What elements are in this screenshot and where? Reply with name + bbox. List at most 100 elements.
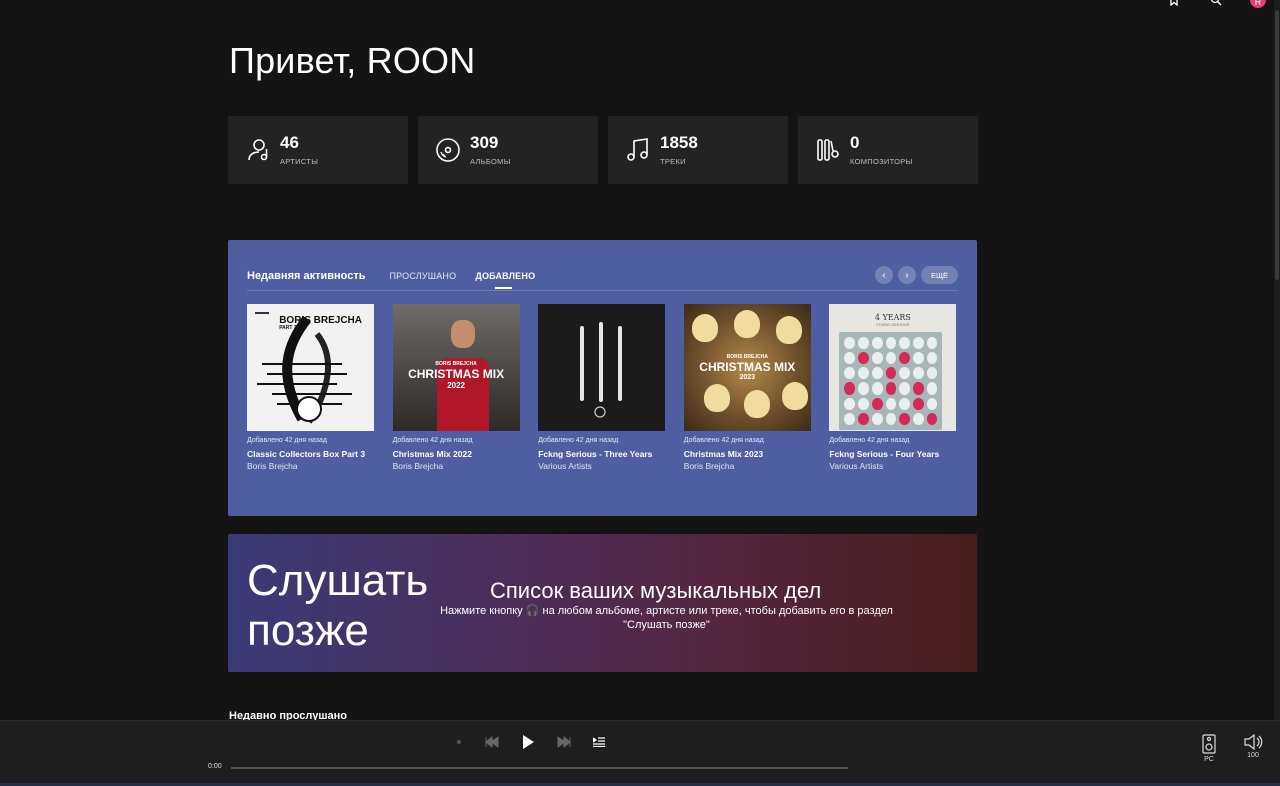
cover-duck: [743, 390, 770, 418]
cover-subtext: FCKNG SERIOUS: [876, 322, 910, 327]
library-stats: 46 АРТИСТЫ 309 АЛЬБОМЫ 1858 ТРЕКИ 0 КОМПОЗИТ…: [228, 116, 978, 184]
activity-title: Недавняя активность: [247, 270, 366, 282]
album-cover[interactable]: [538, 304, 666, 431]
activity-header: Недавняя активность ПРОСЛУШАНО ДОБАВЛЕНО: [247, 270, 554, 289]
album-list: BORIS BREJCHA PART 3 Добавлено 42 дня наз…: [247, 304, 957, 471]
cover-text: CHRISTMAS MIX: [699, 360, 796, 374]
album-added-date: Добавлено 42 дня назад: [247, 437, 327, 444]
stat-label: АРТИСТЫ: [280, 157, 319, 166]
stat-tracks[interactable]: 1858 ТРЕКИ: [608, 116, 788, 184]
stat-value: 46: [280, 133, 299, 152]
album-card[interactable]: Добавлено 42 дня назад Fckng Serious - T…: [538, 304, 666, 471]
description-start: Нажмите кнопку: [440, 605, 523, 617]
top-toolbar: R: [1166, 0, 1266, 8]
next-track-icon[interactable]: [557, 736, 571, 748]
stat-label: ТРЕКИ: [660, 157, 686, 166]
stat-value: 309: [470, 133, 499, 152]
tab-listened[interactable]: ПРОСЛУШАНО: [389, 271, 456, 281]
album-title[interactable]: Classic Collectors Box Part 3: [247, 449, 375, 459]
volume-control[interactable]: 100: [1243, 733, 1263, 759]
cover-duck: [691, 314, 718, 342]
volume-value: 100: [1247, 752, 1259, 759]
stat-value: 0: [850, 133, 860, 152]
scrollbar[interactable]: [1274, 0, 1280, 720]
radio-dot-icon[interactable]: [455, 738, 463, 746]
album-artist[interactable]: Boris Brejcha: [393, 461, 521, 471]
stat-label: КОМПОЗИТОРЫ: [850, 157, 913, 166]
cover-figure: [450, 320, 475, 348]
cover-duck: [733, 310, 760, 338]
album-artist[interactable]: Boris Brejcha: [684, 461, 812, 471]
scrollbar-thumb[interactable]: [1275, 10, 1279, 280]
listen-later-description: Нажмите кнопку 🎧 на любом альбоме, артис…: [428, 604, 905, 632]
cover-grid: [839, 332, 943, 430]
chevron-right-icon: ›: [905, 269, 909, 281]
album-title[interactable]: Fckng Serious - Four Years: [829, 449, 957, 459]
album-icon: [436, 138, 460, 162]
stat-composers[interactable]: 0 КОМПОЗИТОРЫ: [798, 116, 978, 184]
stat-artists[interactable]: 46 АРТИСТЫ: [228, 116, 408, 184]
listen-later-heading: Список ваших музыкальных дел: [490, 578, 822, 603]
play-icon[interactable]: [521, 734, 535, 750]
previous-track-icon[interactable]: [485, 736, 499, 748]
divider: [247, 290, 958, 291]
cover-title: BORIS BREJCHA PART 3: [279, 316, 362, 332]
track-icon: [627, 138, 648, 161]
description-end: на любом альбоме, артисте или треке, что…: [542, 605, 893, 631]
playback-controls: [455, 734, 605, 750]
album-artist[interactable]: Various Artists: [538, 461, 666, 471]
chevron-left-icon: ‹: [882, 269, 886, 281]
cover-duck: [775, 316, 802, 344]
speaker-icon: [1202, 734, 1216, 754]
composer-icon: [817, 139, 839, 161]
cover-text: 4 YEARS: [874, 313, 911, 322]
bookmark-icon[interactable]: [1166, 0, 1182, 8]
album-cover[interactable]: BORIS BREJCHA PART 3: [247, 304, 374, 431]
album-artist[interactable]: Boris Brejcha: [247, 461, 375, 471]
album-added-date: Добавлено 42 дня назад: [829, 437, 910, 444]
carousel-controls: ‹ › ЕЩЁ: [874, 266, 958, 284]
more-button[interactable]: ЕЩЁ: [920, 266, 958, 284]
search-icon[interactable]: [1208, 0, 1224, 8]
page-title: Привет, ROON: [229, 40, 476, 81]
avatar-letter: R: [1254, 0, 1262, 7]
cover-subtext: 2023: [739, 374, 756, 381]
prev-button[interactable]: ‹: [874, 266, 893, 284]
cover-duck: [703, 384, 730, 412]
player-bar: 0:00 PC 100: [0, 720, 1280, 786]
album-title[interactable]: Fckng Serious - Three Years: [538, 449, 666, 459]
volume-icon: [1244, 733, 1263, 751]
progress-bar[interactable]: [231, 767, 848, 769]
stat-label: АЛЬБОМЫ: [470, 157, 511, 166]
artist-icon: [248, 139, 268, 161]
album-card[interactable]: BORIS BREJCHA CHRISTMAS MIX 2023 Добавле…: [683, 304, 812, 471]
album-cover[interactable]: BORIS BREJCHA CHRISTMAS MIX 2022: [392, 304, 520, 431]
next-button[interactable]: ›: [897, 266, 916, 284]
album-added-date: Добавлено 42 дня назад: [392, 437, 473, 444]
album-cover[interactable]: 4 YEARS FCKNG SERIOUS: [829, 304, 957, 431]
album-card[interactable]: BORIS BREJCHA PART 3 Добавлено 42 дня наз…: [247, 304, 375, 471]
zone-label: PC: [1204, 756, 1214, 763]
album-added-date: Добавлено 42 дня назад: [683, 437, 764, 444]
album-card[interactable]: 4 YEARS FCKNG SERIOUS Добавлено 42 дня н…: [829, 304, 957, 471]
listen-later-banner[interactable]: Слушать позже Список ваших музыкальных д…: [228, 534, 977, 672]
album-card[interactable]: BORIS BREJCHA CHRISTMAS MIX 2022 Добавле…: [392, 304, 521, 471]
album-cover[interactable]: BORIS BREJCHA CHRISTMAS MIX 2023: [683, 304, 811, 431]
cover-duck: [781, 382, 808, 410]
stat-value: 1858: [660, 133, 698, 152]
listen-later-icon: 🎧: [525, 605, 540, 617]
user-avatar[interactable]: R: [1250, 0, 1266, 8]
album-added-date: Добавлено 42 дня назад: [538, 437, 619, 444]
queue-icon[interactable]: [593, 737, 605, 747]
album-title[interactable]: Christmas Mix 2022: [393, 449, 521, 459]
album-artist[interactable]: Various Artists: [829, 461, 957, 471]
recent-activity-panel: Недавняя активность ПРОСЛУШАНО ДОБАВЛЕНО…: [228, 240, 977, 516]
cover-subtext: 2022: [447, 381, 465, 390]
tab-added[interactable]: ДОБАВЛЕНО: [475, 271, 535, 289]
cover-text: CHRISTMAS MIX: [408, 367, 505, 381]
listen-later-title: Слушать позже: [247, 556, 429, 655]
album-title[interactable]: Christmas Mix 2023: [684, 449, 812, 459]
elapsed-time: 0:00: [208, 763, 222, 770]
stat-albums[interactable]: 309 АЛЬБОМЫ: [418, 116, 598, 184]
zone-selector[interactable]: PC: [1202, 734, 1216, 763]
